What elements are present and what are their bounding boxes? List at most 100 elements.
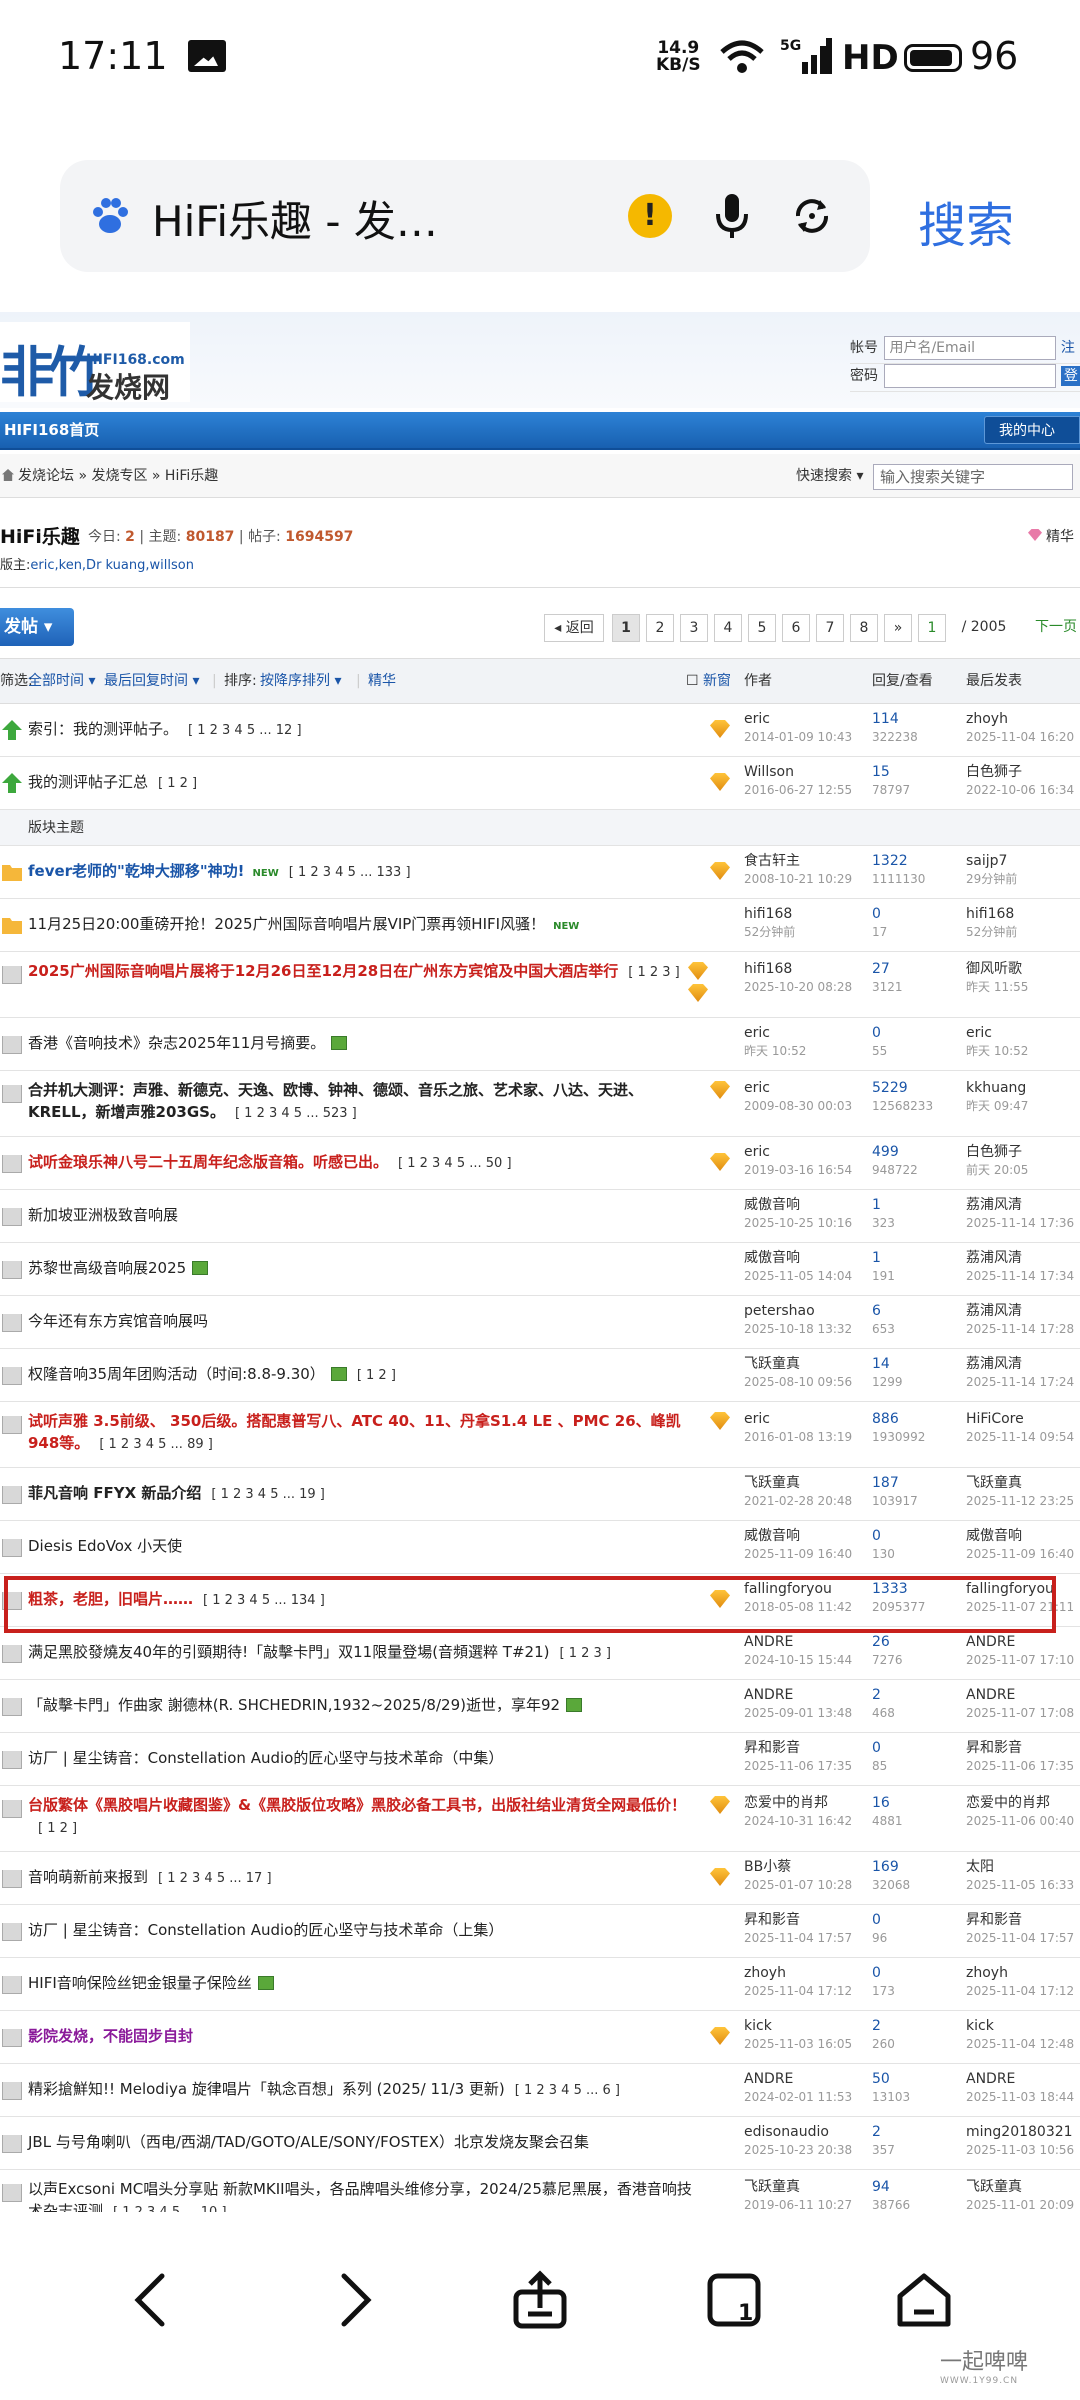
thread-author[interactable]: hifi168 2025-10-20 08:28: [744, 960, 852, 996]
thread-author[interactable]: edisonaudio 2025-10-23 20:38: [744, 2123, 852, 2159]
thread-title[interactable]: 以声Excsoni MC唱头分享贴 新款MKII唱头，各品牌唱头维修分享，202…: [28, 2178, 698, 2212]
thread-title[interactable]: 今年还有东方宾馆音响展吗: [28, 1310, 698, 1332]
thread-last-post[interactable]: 昇和影音 2025-11-06 17:35: [966, 1739, 1074, 1775]
breadcrumb-path[interactable]: 发烧论坛 » 发烧专区 » HiFi乐趣: [18, 468, 218, 484]
search-button[interactable]: 搜索: [918, 186, 1014, 256]
thread-author[interactable]: Willson 2016-06-27 12:55: [744, 763, 852, 799]
thread-author[interactable]: 威傲音响 2025-10-25 10:16: [744, 1196, 852, 1232]
table-row[interactable]: 权隆音响35周年团购活动（时间:8.8-9.30）[ 1 2 ] 飞跃童真 2025…: [0, 1349, 1080, 1402]
thread-author[interactable]: ANDRE 2024-10-15 15:44: [744, 1633, 852, 1669]
thread-last-post[interactable]: 荔浦风清 2025-11-14 17:36: [966, 1196, 1074, 1232]
page-jump-input[interactable]: 1: [918, 614, 946, 642]
thread-author[interactable]: 飞跃童真 2021-02-28 20:48: [744, 1474, 852, 1510]
table-row[interactable]: 以声Excsoni MC唱头分享贴 新款MKII唱头，各品牌唱头维修分享，202…: [0, 2170, 1080, 2212]
table-row[interactable]: 2025广州国际音响唱片展将于12月26日至12月28日在广州东方宾馆及中国大酒…: [0, 952, 1080, 1018]
thread-title[interactable]: 香港《音响技术》杂志2025年11月号摘要。: [28, 1032, 698, 1054]
table-row[interactable]: JBL 与号角喇叭（西电/西湖/TAD/GOTO/ALE/SONY/FOSTEX…: [0, 2117, 1080, 2170]
thread-author[interactable]: fallingforyou 2018-05-08 11:42: [744, 1580, 852, 1616]
thread-last-post[interactable]: fallingforyou 2025-11-07 21:11: [966, 1580, 1074, 1616]
forum-search-input[interactable]: 输入搜索关键字: [873, 464, 1073, 490]
thread-pages[interactable]: [ 1 2 3 4 5 ... 50 ]: [398, 1156, 512, 1171]
thread-title[interactable]: 苏黎世高级音响展2025: [28, 1257, 698, 1279]
warning-icon[interactable]: !: [628, 194, 672, 238]
thread-title[interactable]: 精彩搶鮮知!! Melodiya 旋律唱片「執念百想」系列 (2025/ 11/…: [28, 2078, 698, 2102]
thread-pages[interactable]: [ 1 2 ]: [158, 776, 197, 791]
login-button[interactable]: 登: [1060, 366, 1080, 386]
table-row[interactable]: 11月25日20:00重磅开抢！2025广州国际音响唱片展VIP门票再领HIFI…: [0, 899, 1080, 952]
thread-title[interactable]: 合并机大测评：声雅、新德克、天逸、欧博、钟神、德颂、音乐之旅、艺术家、八达、天进…: [28, 1079, 698, 1125]
table-row[interactable]: 访厂 | 星尘铸音：Constellation Audio的匠心坚守与技术革命（…: [0, 1905, 1080, 1958]
thread-last-post[interactable]: 荔浦风清 2025-11-14 17:28: [966, 1302, 1074, 1338]
thread-last-post[interactable]: ANDRE 2025-11-07 17:08: [966, 1686, 1074, 1722]
thread-last-post[interactable]: kkhuang 昨天 09:47: [966, 1079, 1028, 1115]
table-row[interactable]: 影院发烧，不能固步自封 kick 2025-11-03 16:05 2 260 kick 2…: [0, 2011, 1080, 2064]
thread-author[interactable]: 食古轩主 2008-10-21 10:29: [744, 852, 852, 888]
thread-pages[interactable]: [ 1 2 3 4 5 ... 134 ]: [203, 1593, 325, 1608]
thread-pages[interactable]: [ 1 2 3 ]: [628, 965, 680, 980]
page-link-5[interactable]: 5: [748, 614, 776, 642]
page-link-7[interactable]: 7: [816, 614, 844, 642]
thread-last-post[interactable]: 白色狮子 前天 20:05: [966, 1143, 1028, 1179]
thread-title[interactable]: 台版繁体《黑胶唱片收藏图鉴》&《黑胶版位攻略》黑胶必备工具书，出版社结业清货全网…: [28, 1794, 698, 1840]
thread-pages[interactable]: [ 1 2 3 4 5 ... 19 ]: [211, 1487, 325, 1502]
table-row[interactable]: 音响萌新前来报到[ 1 2 3 4 5 ... 17 ] BB小蔡 2025-01-…: [0, 1852, 1080, 1905]
table-row[interactable]: 精彩搶鮮知!! Melodiya 旋律唱片「執念百想」系列 (2025/ 11/…: [0, 2064, 1080, 2117]
thread-author[interactable]: 威傲音响 2025-11-09 16:40: [744, 1527, 852, 1563]
table-row[interactable]: HIFI音响保险丝钯金银量子保险丝 zhoyh 2025-11-04 17:12 0 1…: [0, 1958, 1080, 2011]
thread-title[interactable]: 索引：我的测评帖子。[ 1 2 3 4 5 ... 12 ]: [28, 718, 698, 742]
thread-last-post[interactable]: 白色狮子 2022-10-06 16:34: [966, 763, 1074, 799]
tabs-icon[interactable]: 1: [704, 2270, 764, 2330]
thread-title[interactable]: 我的测评帖子汇总[ 1 2 ]: [28, 771, 698, 795]
share-icon[interactable]: [510, 2270, 570, 2330]
page-link-3[interactable]: 3: [680, 614, 708, 642]
thread-author[interactable]: ANDRE 2025-09-01 13:48: [744, 1686, 852, 1722]
forward-icon[interactable]: [322, 2270, 382, 2330]
thread-title[interactable]: 试听声雅 3.5前级、 350后级。搭配惠普写八、ATC 40、11、丹拿S1.…: [28, 1410, 698, 1456]
table-row[interactable]: 满足黑胶發燒友40年的引頸期待!「敲擊卡門」双11限量登場(音頻選粹 T#21)…: [0, 1627, 1080, 1680]
quick-search-dropdown[interactable]: 快速搜索 ▾: [796, 454, 863, 498]
page-link-»[interactable]: »: [884, 614, 912, 642]
thread-author[interactable]: eric 2009-08-30 00:03: [744, 1079, 852, 1115]
thread-last-post[interactable]: 昇和影音 2025-11-04 17:57: [966, 1911, 1074, 1947]
thread-pages[interactable]: [ 1 2 3 4 5 ... 6 ]: [515, 2083, 620, 2098]
thread-last-post[interactable]: 荔浦风清 2025-11-14 17:34: [966, 1249, 1074, 1285]
page-link-8[interactable]: 8: [850, 614, 878, 642]
thread-last-post[interactable]: HiFiCore 2025-11-14 09:54: [966, 1410, 1074, 1446]
thread-pages[interactable]: [ 1 2 3 4 5 ... 89 ]: [99, 1437, 213, 1452]
thread-author[interactable]: 恋爱中的肖邦 2024-10-31 16:42: [744, 1794, 852, 1830]
thread-pages[interactable]: [ 1 2 3 4 5 ... 17 ]: [158, 1871, 272, 1886]
thread-last-post[interactable]: 御风听歌 昨天 11:55: [966, 960, 1028, 996]
thread-last-post[interactable]: 恋爱中的肖邦 2025-11-06 00:40: [966, 1794, 1074, 1830]
thread-last-post[interactable]: eric 昨天 10:52: [966, 1024, 1028, 1060]
thread-pages[interactable]: [ 1 2 ]: [357, 1368, 396, 1383]
thread-author[interactable]: ANDRE 2024-02-01 11:53: [744, 2070, 852, 2106]
user-center-menu[interactable]: 我的中心: [984, 416, 1080, 444]
thread-title[interactable]: 11月25日20:00重磅开抢！2025广州国际音响唱片展VIP门票再领HIFI…: [28, 913, 698, 938]
thread-pages[interactable]: [ 1 2 3 4 5 ... 133 ]: [289, 865, 411, 880]
page-link-1[interactable]: 1: [612, 614, 640, 642]
page-link-2[interactable]: 2: [646, 614, 674, 642]
thread-title[interactable]: fever老师的"乾坤大挪移"神功! NEW[ 1 2 3 4 5 ... 133…: [28, 860, 698, 885]
thread-author[interactable]: eric 昨天 10:52: [744, 1024, 806, 1060]
table-row[interactable]: 今年还有东方宾馆音响展吗 petershao 2025-10-18 13:32 6 65…: [0, 1296, 1080, 1349]
thread-author[interactable]: eric 2019-03-16 16:54: [744, 1143, 852, 1179]
home-icon[interactable]: [2, 469, 14, 481]
thread-title[interactable]: JBL 与号角喇叭（西电/西湖/TAD/GOTO/ALE/SONY/FOSTEX…: [28, 2131, 698, 2153]
thread-title[interactable]: 访厂 | 星尘铸音：Constellation Audio的匠心坚守与技术革命（…: [28, 1919, 698, 1941]
thread-title[interactable]: 满足黑胶發燒友40年的引頸期待!「敲擊卡門」双11限量登場(音頻選粹 T#21)…: [28, 1641, 698, 1665]
thread-title[interactable]: 音响萌新前来报到[ 1 2 3 4 5 ... 17 ]: [28, 1866, 698, 1890]
table-row[interactable]: fever老师的"乾坤大挪移"神功! NEW[ 1 2 3 4 5 ... 133…: [0, 846, 1080, 899]
table-row[interactable]: 试听声雅 3.5前级、 350后级。搭配惠普写八、ATC 40、11、丹拿S1.…: [0, 1402, 1080, 1468]
next-page-link[interactable]: 下一页: [1032, 614, 1080, 642]
thread-author[interactable]: 昇和影音 2025-11-04 17:57: [744, 1911, 852, 1947]
table-row[interactable]: 新加坡亚洲极致音响展 威傲音响 2025-10-25 10:16 1 323 荔浦风清 20…: [0, 1190, 1080, 1243]
thread-title[interactable]: 新加坡亚洲极致音响展: [28, 1204, 698, 1226]
thread-last-post[interactable]: 飞跃童真 2025-11-12 23:25: [966, 1474, 1074, 1510]
thread-author[interactable]: 昇和影音 2025-11-06 17:35: [744, 1739, 852, 1775]
thread-title[interactable]: 试听金琅乐神八号二十五周年纪念版音箱。听感已出。[ 1 2 3 4 5 ... …: [28, 1151, 698, 1175]
thread-pages[interactable]: [ 1 2 3 4 5 ... 12 ]: [188, 723, 302, 738]
password-input[interactable]: [884, 364, 1057, 388]
thread-pages[interactable]: [ 1 2 3 ]: [559, 1646, 611, 1661]
thread-author[interactable]: eric 2014-01-09 10:43: [744, 710, 852, 746]
table-row[interactable]: 「敲擊卡門」作曲家 謝德林(R. SHCHEDRIN,1932~2025/8/2…: [0, 1680, 1080, 1733]
